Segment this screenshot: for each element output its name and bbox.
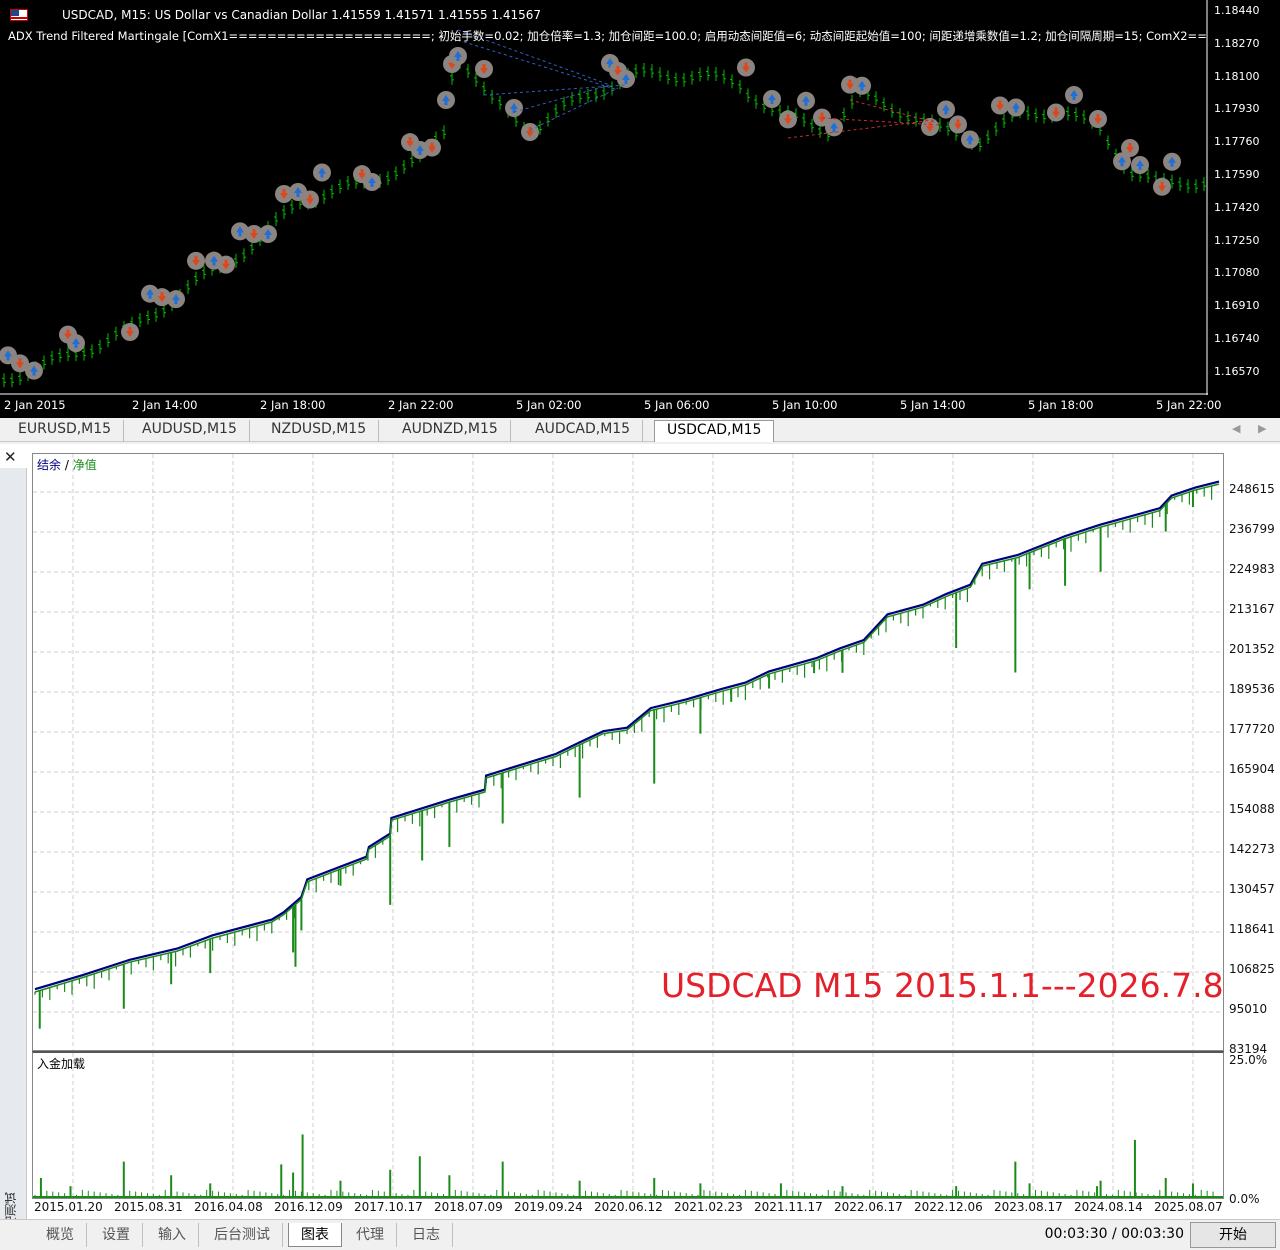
tab-usdcad[interactable]: USDCAD,M15 (654, 420, 775, 442)
price-level-label: 1.18100 (1214, 69, 1260, 83)
x-tick-label: 2024.08.14 (1074, 1200, 1143, 1214)
symbol-tab-bar: EURUSD,M15 AUDUSD,M15 NZDUSD,M15 AUDNZD,… (0, 418, 1280, 442)
balance-y-tick-label: 224983 (1229, 562, 1275, 576)
tab-eurusd[interactable]: EURUSD,M15 (6, 420, 125, 442)
x-tick-label: 2021.11.17 (754, 1200, 823, 1214)
balance-y-tick-label: 130457 (1229, 882, 1275, 896)
start-button[interactable]: 开始 (1190, 1222, 1276, 1248)
time-label: 5 Jan 14:00 (900, 398, 966, 412)
tab-graph[interactable]: 图表 (288, 1223, 342, 1247)
deposit-y-bottom-label: 0.0% (1229, 1192, 1260, 1206)
deposit-chart-canvas (33, 1053, 1223, 1199)
time-label: 5 Jan 02:00 (516, 398, 582, 412)
balance-y-tick-label: 118641 (1229, 922, 1275, 936)
balance-chart-canvas (33, 454, 1223, 1053)
legend-separator: / (61, 458, 73, 472)
tab-audnzd[interactable]: AUDNZD,M15 (390, 420, 511, 442)
price-chart-canvas[interactable] (0, 0, 1208, 395)
tab-agents[interactable]: 代理 (344, 1223, 397, 1247)
legend-equity: 净值 (72, 458, 97, 472)
chart-legend: 结余 / 净值 (37, 456, 97, 473)
tester-side-strip: 策略测试 (0, 468, 27, 1248)
chart-title: USDCAD, M15: US Dollar vs Canadian Dolla… (62, 8, 542, 22)
price-level-label: 1.17930 (1214, 102, 1260, 116)
time-label: 5 Jan 10:00 (772, 398, 838, 412)
time-label: 2 Jan 22:00 (388, 398, 454, 412)
price-level-label: 1.18270 (1214, 36, 1260, 50)
price-level-label: 1.16570 (1214, 364, 1260, 378)
balance-y-tick-label: 165904 (1229, 762, 1275, 776)
elapsed-time: 00:03:30 / 00:03:30 (1044, 1226, 1184, 1242)
time-axis: 2 Jan 2015 2 Jan 14:00 2 Jan 18:00 2 Jan 22… (0, 395, 1222, 418)
tab-overview[interactable]: 概览 (34, 1223, 87, 1247)
time-label: 5 Jan 06:00 (644, 398, 710, 412)
tab-audusd[interactable]: AUDUSD,M15 (130, 420, 250, 442)
x-tick-label: 2021.02.23 (674, 1200, 743, 1214)
balance-y-tick-label: 213167 (1229, 602, 1275, 616)
x-tick-label: 2016.12.09 (274, 1200, 343, 1214)
strategy-tester-panel: ✕ 策略测试 结余 / 净值 USDCAD M15 2015.1.1---202… (0, 444, 1280, 1250)
deposit-load-title: 入金加载 (37, 1057, 86, 1071)
balance-y-tick-label: 189536 (1229, 682, 1275, 696)
trade-link-line (849, 99, 935, 123)
x-tick-label: 2015.01.20 (34, 1200, 103, 1214)
time-label: 2 Jan 18:00 (260, 398, 326, 412)
tab-audcad[interactable]: AUDCAD,M15 (523, 420, 644, 442)
time-label: 5 Jan 18:00 (1028, 398, 1094, 412)
scroll-left-icon[interactable]: ◀ (1232, 422, 1240, 435)
x-tick-label: 2022.12.06 (914, 1200, 983, 1214)
x-tick-label: 2025.08.07 (1154, 1200, 1223, 1214)
balance-line (34, 480, 1220, 991)
trade-link-line (787, 119, 935, 139)
x-tick-label: 2023.08.17 (994, 1200, 1063, 1214)
balance-y-tick-label: 142273 (1229, 842, 1275, 856)
price-axis: 1.18440 1.18270 1.18100 1.17930 1.17760 1.175… (1208, 0, 1280, 395)
price-level-label: 1.17760 (1214, 135, 1260, 149)
price-level-label: 1.17590 (1214, 168, 1260, 181)
trade-link-line (483, 84, 627, 96)
tab-journal[interactable]: 日志 (400, 1223, 453, 1247)
x-tick-label: 2018.07.09 (434, 1200, 503, 1214)
time-label: 5 Jan 22:00 (1156, 398, 1222, 412)
time-label: 2 Jan 2015 (4, 398, 66, 412)
tab-backtest[interactable]: 后台测试 (202, 1223, 283, 1247)
balance-equity-chart[interactable]: 结余 / 净值 USDCAD M15 2015.1.1---2026.7.8 (32, 453, 1224, 1053)
price-level-label: 1.17250 (1214, 233, 1260, 247)
tab-inputs[interactable]: 输入 (146, 1223, 199, 1247)
balance-y-tick-label: 201352 (1229, 642, 1275, 656)
x-tick-label: 2019.09.24 (514, 1200, 583, 1214)
legend-balance: 结余 (37, 458, 62, 472)
x-tick-label: 2017.10.17 (354, 1200, 423, 1214)
tester-bottom-bar: 概览 设置 输入 后台测试 图表 代理 日志 00:03:30 / 00:03:… (0, 1219, 1280, 1250)
price-level-label: 1.16740 (1214, 332, 1260, 345)
trade-link-line (529, 87, 619, 131)
balance-y-tick-label: 106825 (1229, 962, 1275, 976)
balance-y-tick-label: 95010 (1229, 1002, 1268, 1016)
x-tick-label: 2020.06.12 (594, 1200, 663, 1214)
x-tick-label: 2016.04.08 (194, 1200, 263, 1214)
deposit-y-top-label: 25.0% (1229, 1053, 1268, 1067)
expert-advisor-parameters: ADX Trend Filtered Martingale [ComX1====… (8, 29, 1208, 43)
balance-y-tick-label: 236799 (1229, 522, 1275, 536)
scroll-right-icon[interactable]: ▶ (1258, 422, 1266, 435)
tab-settings[interactable]: 设置 (90, 1223, 143, 1247)
price-level-label: 1.18440 (1214, 4, 1260, 17)
balance-y-tick-label: 154088 (1229, 802, 1275, 816)
x-tick-label: 2015.08.31 (114, 1200, 183, 1214)
price-level-label: 1.16910 (1214, 299, 1260, 313)
deposit-load-chart[interactable]: 入金加载 (32, 1051, 1224, 1199)
equity-line (34, 483, 1220, 993)
price-level-label: 1.17420 (1214, 200, 1260, 214)
x-tick-label: 2022.06.17 (834, 1200, 903, 1214)
balance-y-tick-label: 248615 (1229, 482, 1275, 496)
balance-y-tick-label: 177720 (1229, 722, 1275, 736)
time-label: 2 Jan 14:00 (132, 398, 198, 412)
symbol-flag-icon (10, 9, 28, 21)
price-level-label: 1.17080 (1214, 266, 1260, 280)
price-chart[interactable]: USDCAD, M15: US Dollar vs Canadian Dolla… (0, 0, 1280, 418)
tab-nzdusd[interactable]: NZDUSD,M15 (259, 420, 380, 442)
close-icon[interactable]: ✕ (4, 448, 17, 466)
test-period-annotation: USDCAD M15 2015.1.1---2026.7.8 (661, 966, 1224, 1005)
